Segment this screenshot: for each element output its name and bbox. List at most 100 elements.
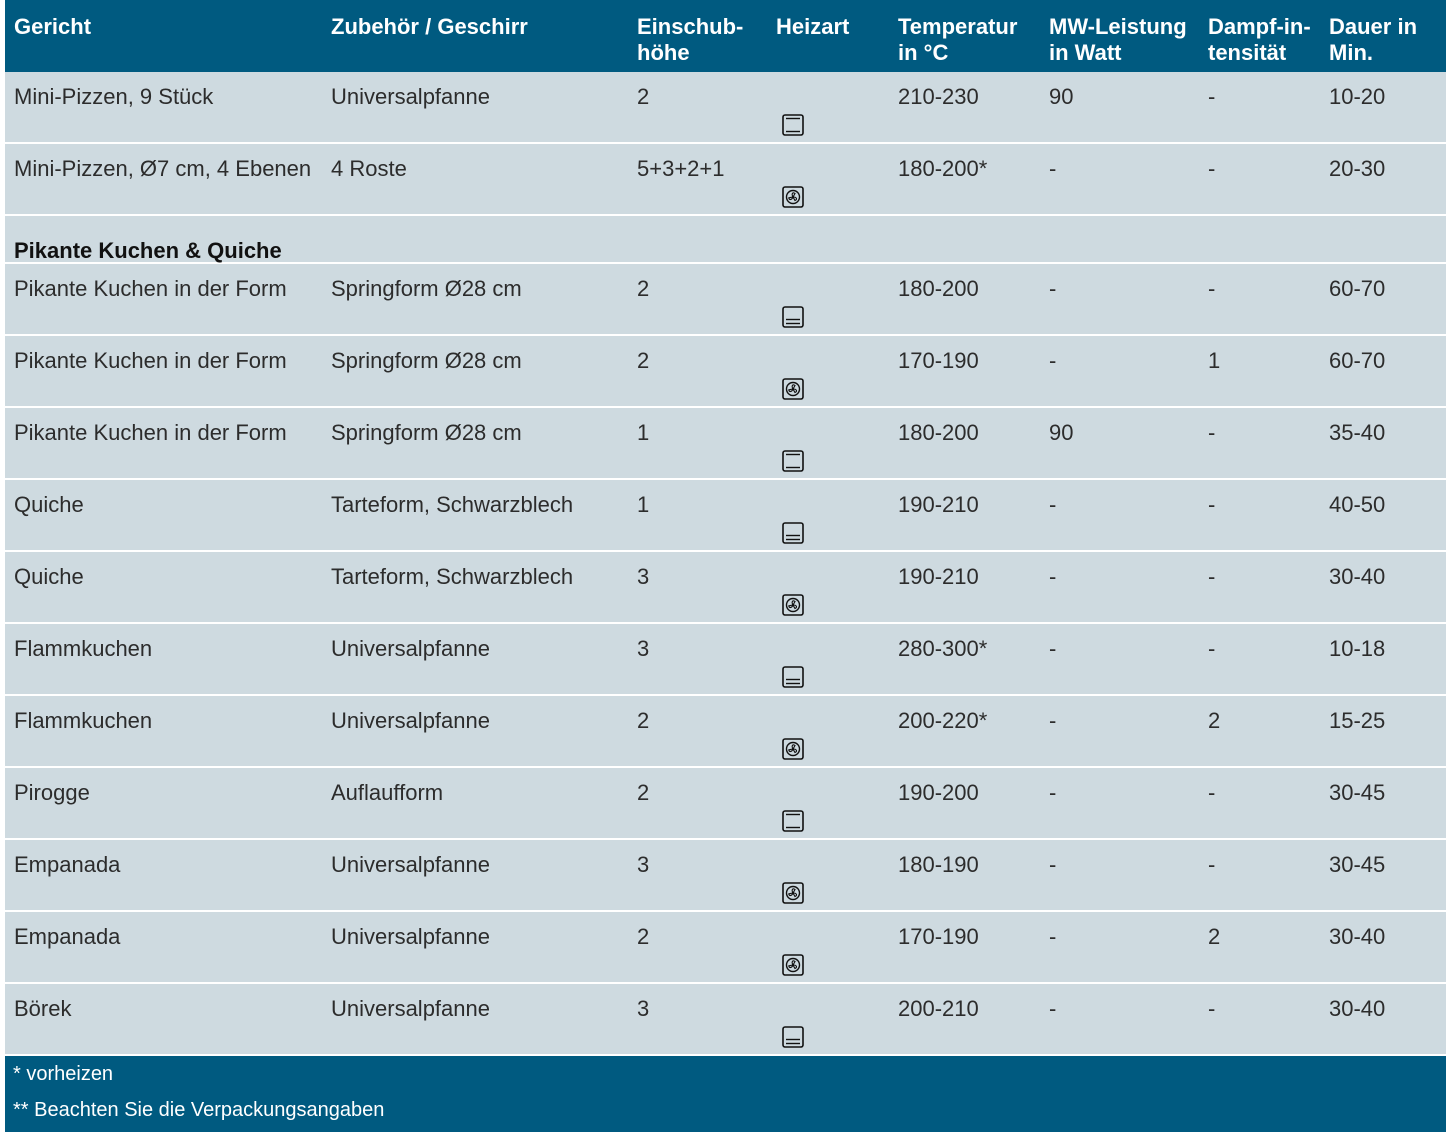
table-row: Empanada Universalpfanne 3 180-190 - - 30-45 <box>5 840 1446 912</box>
fan-heat-icon <box>782 594 804 616</box>
accessory-cell: Auflaufform <box>331 780 444 805</box>
temperature-cell: 170-190 <box>898 924 979 949</box>
steam-cell: - <box>1208 564 1216 589</box>
steam-cell: - <box>1208 780 1216 805</box>
table-row: Flammkuchen Universalpfanne 3 280-300* - - 10-… <box>5 624 1446 696</box>
header-steam: Dampf-in-tensität <box>1208 14 1311 66</box>
table-row: Quiche Tarteform, Schwarzblech 3 190-210 - - 3… <box>5 552 1446 624</box>
top-bottom-heat-icon <box>782 450 804 472</box>
steam-cell: - <box>1208 156 1216 181</box>
temperature-cell: 180-200* <box>898 156 988 181</box>
accessory-cell: Universalpfanne <box>331 84 490 109</box>
temperature-cell: 180-190 <box>898 852 979 877</box>
table-row: Empanada Universalpfanne 2 170-190 - 2 30-40 <box>5 912 1446 984</box>
accessory-cell: Springform Ø28 cm <box>331 276 522 301</box>
table-row: Mini-Pizzen, Ø7 cm, 4 Ebenen 4 Roste 5+3+2… <box>5 144 1446 216</box>
header-duration: Dauer in Min. <box>1329 14 1417 66</box>
fan-heat-icon <box>782 186 804 208</box>
steam-cell: - <box>1208 852 1216 877</box>
fan-heat-icon <box>782 954 804 976</box>
level-cell: 2 <box>637 348 650 373</box>
header-mw-power-line1: MW-Leistung <box>1049 14 1187 39</box>
mw-power-cell: - <box>1049 276 1057 301</box>
table-row: Pikante Kuchen in der Form Springform Ø28… <box>5 264 1446 336</box>
steam-cell: 2 <box>1208 924 1221 949</box>
header-heating-line1: Heizart <box>776 14 850 39</box>
accessory-cell: 4 Roste <box>331 156 407 181</box>
duration-cell: 60-70 <box>1329 348 1386 373</box>
duration-cell: 30-40 <box>1329 924 1386 949</box>
fan-heat-icon <box>782 738 804 760</box>
top-bottom-heat-icon <box>782 810 804 832</box>
header-level-line1: Einschub- <box>637 14 744 39</box>
level-cell: 2 <box>637 708 650 733</box>
accessory-cell: Universalpfanne <box>331 996 490 1021</box>
table-row: Pikante Kuchen in der Form Springform Ø28… <box>5 336 1446 408</box>
duration-cell: 10-20 <box>1329 84 1386 109</box>
duration-cell: 10-18 <box>1329 636 1386 661</box>
bottom-heat-fan-icon <box>782 1026 804 1048</box>
dish-cell: Pikante Kuchen in der Form <box>14 348 287 373</box>
steam-cell: 2 <box>1208 708 1221 733</box>
duration-cell: 30-45 <box>1329 780 1386 805</box>
temperature-cell: 200-220* <box>898 708 988 733</box>
accessory-cell: Universalpfanne <box>331 924 490 949</box>
accessory-cell: Springform Ø28 cm <box>331 420 522 445</box>
footnote-preheat: * vorheizen <box>13 1063 114 1085</box>
section-row: Pikante Kuchen & Quiche <box>5 216 1446 264</box>
header-level: Einschub-höhe <box>637 14 743 66</box>
dish-cell: Empanada <box>14 852 121 877</box>
footnote-packaging: ** Beachten Sie die Verpackungsangaben <box>13 1099 385 1121</box>
dish-cell: Pirogge <box>14 780 90 805</box>
table-body: Mini-Pizzen, 9 Stück Universalpfanne 2 210-… <box>5 72 1446 1056</box>
temperature-cell: 190-200 <box>898 780 979 805</box>
duration-cell: 30-40 <box>1329 996 1386 1021</box>
accessory-cell: Springform Ø28 cm <box>331 348 522 373</box>
dish-cell: Pikante Kuchen in der Form <box>14 276 287 301</box>
temperature-cell: 280-300* <box>898 636 988 661</box>
dish-cell: Pikante Kuchen in der Form <box>14 420 287 445</box>
mw-power-cell: - <box>1049 492 1057 517</box>
header-dish: Gericht <box>14 14 91 40</box>
cooking-table: Gericht Zubehör / Geschirr Einschub-höhe He… <box>5 0 1446 1142</box>
level-cell: 5+3+2+1 <box>637 156 725 181</box>
level-cell: 2 <box>637 780 650 805</box>
bottom-heat-fan-icon <box>782 522 804 544</box>
header-temperature: Temperatur in °C <box>898 14 1017 66</box>
dish-cell: Flammkuchen <box>14 708 153 733</box>
level-cell: 2 <box>637 924 650 949</box>
header-steam-line1: Dampf-in- <box>1208 14 1311 39</box>
table-row: Börek Universalpfanne 3 200-210 - - 30-40 <box>5 984 1446 1056</box>
temperature-cell: 180-200 <box>898 420 979 445</box>
dish-cell: Flammkuchen <box>14 636 153 661</box>
duration-cell: 30-45 <box>1329 852 1386 877</box>
accessory-cell: Tarteform, Schwarzblech <box>331 564 574 589</box>
steam-cell: - <box>1208 84 1216 109</box>
table-header: Gericht Zubehör / Geschirr Einschub-höhe He… <box>5 0 1446 72</box>
header-temperature-line2: in °C <box>898 40 949 65</box>
section-title: Pikante Kuchen & Quiche <box>14 238 282 263</box>
top-bottom-heat-icon <box>782 114 804 136</box>
mw-power-cell: - <box>1049 852 1057 877</box>
dish-cell: Quiche <box>14 492 84 517</box>
accessory-cell: Universalpfanne <box>331 636 490 661</box>
duration-cell: 35-40 <box>1329 420 1386 445</box>
table-row: Pirogge Auflaufform 2 190-200 - - 30-45 <box>5 768 1446 840</box>
dish-cell: Mini-Pizzen, Ø7 cm, 4 Ebenen <box>14 156 312 181</box>
accessory-cell: Universalpfanne <box>331 708 490 733</box>
level-cell: 2 <box>637 276 650 301</box>
header-heating: Heizart <box>776 14 849 40</box>
header-temperature-line1: Temperatur <box>898 14 1018 39</box>
level-cell: 3 <box>637 564 650 589</box>
header-dish-line1: Gericht <box>14 14 92 39</box>
level-cell: 2 <box>637 84 650 109</box>
level-cell: 3 <box>637 996 650 1021</box>
temperature-cell: 210-230 <box>898 84 979 109</box>
steam-cell: - <box>1208 276 1216 301</box>
duration-cell: 40-50 <box>1329 492 1386 517</box>
fan-heat-icon <box>782 882 804 904</box>
table-row: Pikante Kuchen in der Form Springform Ø28… <box>5 408 1446 480</box>
duration-cell: 60-70 <box>1329 276 1386 301</box>
bottom-heat-fan-icon <box>782 306 804 328</box>
duration-cell: 20-30 <box>1329 156 1386 181</box>
